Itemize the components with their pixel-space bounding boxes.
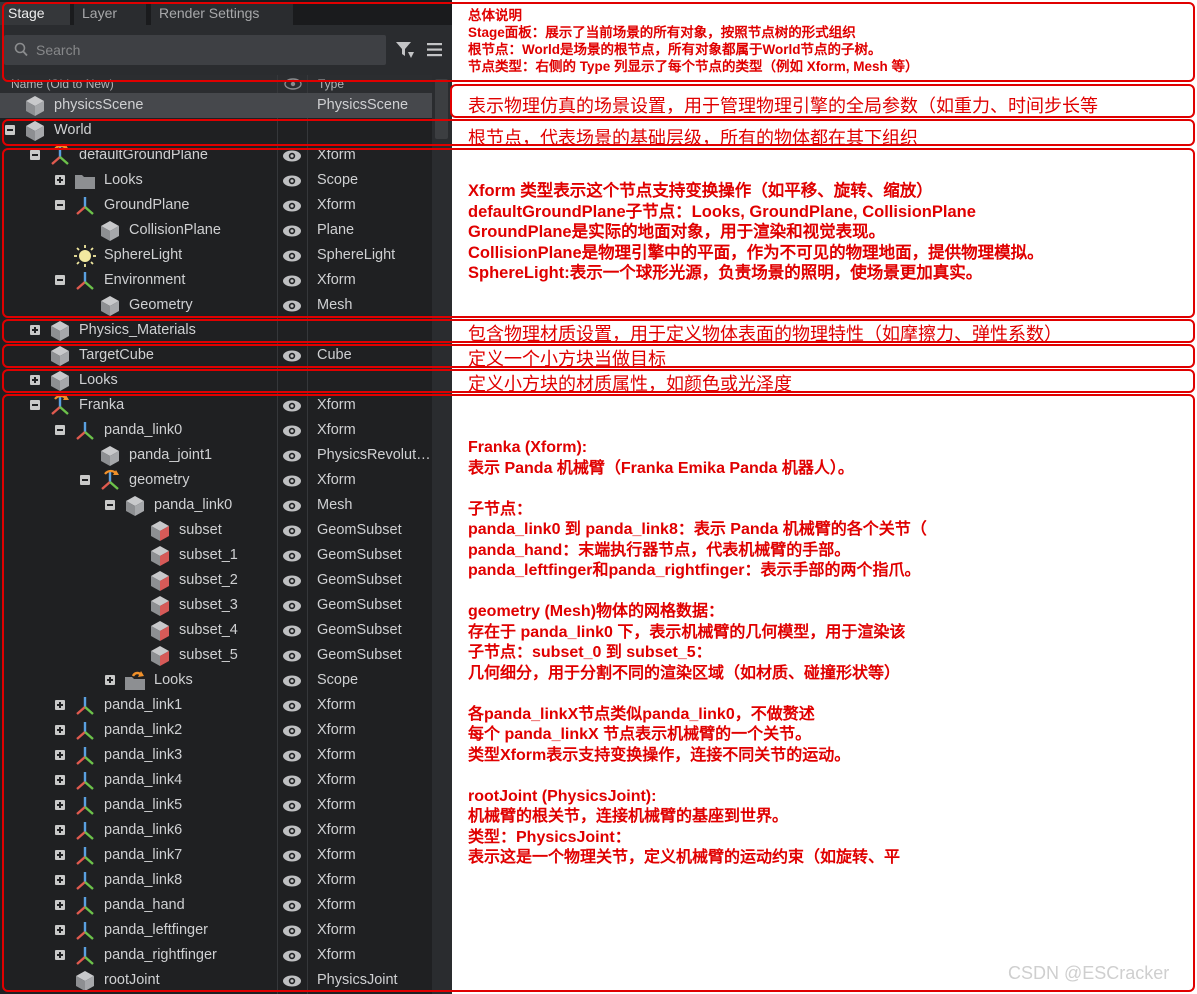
annotation-line: GroundPlane是实际的地面对象，用于渲染和视觉表现。 <box>468 223 886 241</box>
annotation-franka: Franka (Xform): 表示 Panda 机械臂（Franka Emika… <box>468 438 927 869</box>
annotation-line: defaultGroundPlane子节点：Looks, GroundPlane… <box>468 202 976 221</box>
annotation-line: panda_hand：末端执行器节点，代表机械臂的手部。 <box>468 541 851 559</box>
annotation-looks: 定义小方块的材质属性，如颜色或光泽度 <box>468 374 792 394</box>
annotation-line: 根节点：World是场景的根节点，所有对象都属于World节点的子树。 <box>468 42 882 57</box>
annotation-line: 类型Xform表示支持变换操作，连接不同关节的运动。 <box>468 746 851 764</box>
annotation-line: 子节点：subset_0 到 subset_5： <box>468 644 712 661</box>
annotation-line: 总体说明 <box>468 8 522 23</box>
annotation-overview: 总体说明 Stage面板：展示了当前场景的所有对象，按照节点树的形式组织根节点：W… <box>468 7 919 75</box>
annotation-line: 各panda_linkX节点类似panda_link0，不做赘述 <box>468 705 815 723</box>
annotation-line: 子节点： <box>468 500 533 518</box>
cube-icon <box>23 94 47 118</box>
annotation-line: rootJoint (PhysicsJoint): <box>468 787 657 805</box>
watermark: CSDN @ESCracker <box>1008 963 1170 983</box>
annotation-line: 存在于 panda_link0 下，表示机械臂的几何模型，用于渲染该 <box>468 623 906 641</box>
annotation-physics-materials: 包含物理材质设置，用于定义物体表面的物理特性（如摩擦力、弹性系数） <box>468 324 1062 344</box>
annotation-line <box>468 582 927 603</box>
tree-row-name: physicsScene <box>54 97 144 113</box>
annotation-ground: Xform 类型表示这个节点支持变换操作（如平移、旋转、缩放） defaultGr… <box>468 181 1044 284</box>
annotation-line: 机械臂的根关节，连接机械臂的基座到世界。 <box>468 808 789 825</box>
annotation-line: SphereLight:表示一个球形光源，负责场景的照明，使场景更加真实。 <box>468 264 983 282</box>
annotation-line: 表示 Panda 机械臂（Franka Emika Panda 机器人）。 <box>468 459 854 477</box>
annotation-line: 表示这是一个物理关节，定义机械臂的运动约束（如旋转、平 <box>468 849 901 866</box>
annotation-line: Xform 类型表示这个节点支持变换操作（如平移、旋转、缩放） <box>468 182 933 200</box>
tree-row[interactable]: physicsScene PhysicsScene <box>0 93 432 118</box>
annotation-line: panda_link0 到 panda_link8：表示 Panda 机械臂的各… <box>468 521 927 538</box>
annotation-line <box>468 766 927 787</box>
annotation-line: 每个 panda_linkX 节点表示机械臂的一个关节。 <box>468 726 812 743</box>
annotation-line: 几何细分，用于分割不同的渲染区域（如材质、碰撞形状等） <box>468 664 901 682</box>
annotation-line: 节点类型：右侧的 Type 列显示了每个节点的类型（例如 Xform, Mesh… <box>468 59 919 74</box>
annotation-line: Franka (Xform): <box>468 439 588 456</box>
annotation-world: 根节点，代表场景的基础层级，所有的物体都在其下组织 <box>468 128 918 148</box>
annotation-target-cube: 定义一个小方块当做目标 <box>468 349 666 369</box>
annotation-line: CollisionPlane是物理引擎中的平面，作为不可见的物理地面，提供物理模… <box>468 243 1044 262</box>
annotation-line <box>468 479 927 500</box>
annotation-line: geometry (Mesh)物体的网格数据： <box>468 603 725 620</box>
annotation-line: Stage面板：展示了当前场景的所有对象，按照节点树的形式组织 <box>468 25 856 40</box>
annotation-line: panda_leftfinger和panda_rightfinger：表示手部的… <box>468 562 921 579</box>
annotation-line <box>468 684 927 705</box>
tree-row-type: PhysicsScene <box>317 97 409 113</box>
annotation-line: 类型：PhysicsJoint： <box>468 828 631 846</box>
annotation-physics-scene: 表示物理仿真的场景设置，用于管理物理引擎的全局参数（如重力、时间步长等 <box>468 96 1098 116</box>
